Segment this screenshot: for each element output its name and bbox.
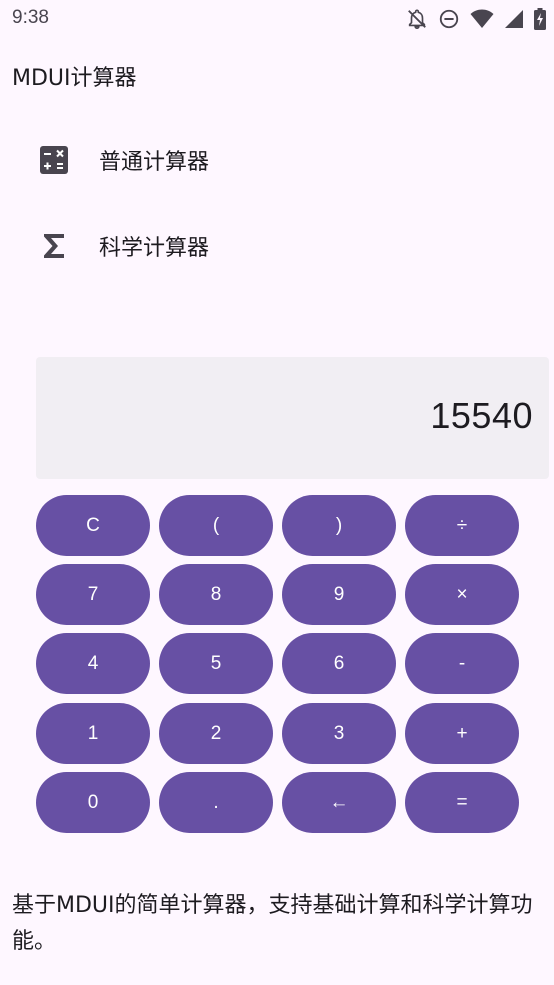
key-8[interactable]: 8 (159, 564, 273, 625)
key-clear[interactable]: C (36, 495, 150, 556)
status-bar: 9:38 (0, 0, 554, 38)
display-value: 15540 (430, 395, 533, 436)
key-close-paren[interactable]: ) (282, 495, 396, 556)
status-icons (406, 6, 546, 32)
key-2[interactable]: 2 (159, 703, 273, 764)
calculator-icon (36, 142, 72, 178)
key-4[interactable]: 4 (36, 633, 150, 694)
key-add[interactable]: + (405, 703, 519, 764)
app-description: 基于MDUI的简单计算器，支持基础计算和科学计算功能。 (12, 893, 533, 954)
key-9[interactable]: 9 (282, 564, 396, 625)
nav-item-scientific-calculator[interactable]: 科学计算器 (36, 216, 536, 276)
key-subtract[interactable]: - (405, 633, 519, 694)
signal-icon (504, 9, 524, 29)
app-title: MDUI计算器 (12, 66, 137, 91)
nav-item-basic-calculator[interactable]: 普通计算器 (36, 130, 536, 190)
sigma-icon (36, 228, 72, 264)
key-backspace[interactable]: ← (282, 772, 396, 833)
key-1[interactable]: 1 (36, 703, 150, 764)
key-divide[interactable]: ÷ (405, 495, 519, 556)
key-equals[interactable]: = (405, 772, 519, 833)
notifications-off-icon (406, 8, 428, 30)
key-6[interactable]: 6 (282, 633, 396, 694)
key-0[interactable]: 0 (36, 772, 150, 833)
status-time: 9:38 (12, 7, 49, 28)
key-7[interactable]: 7 (36, 564, 150, 625)
key-decimal[interactable]: . (159, 772, 273, 833)
nav-item-label: 普通计算器 (99, 150, 210, 175)
calculator-display: 15540 (36, 357, 549, 479)
key-5[interactable]: 5 (159, 633, 273, 694)
nav-item-label: 科学计算器 (99, 236, 210, 261)
key-open-paren[interactable]: ( (159, 495, 273, 556)
wifi-icon (470, 9, 494, 29)
battery-icon (534, 8, 546, 30)
do-not-disturb-icon (438, 8, 460, 30)
key-3[interactable]: 3 (282, 703, 396, 764)
key-multiply[interactable]: × (405, 564, 519, 625)
